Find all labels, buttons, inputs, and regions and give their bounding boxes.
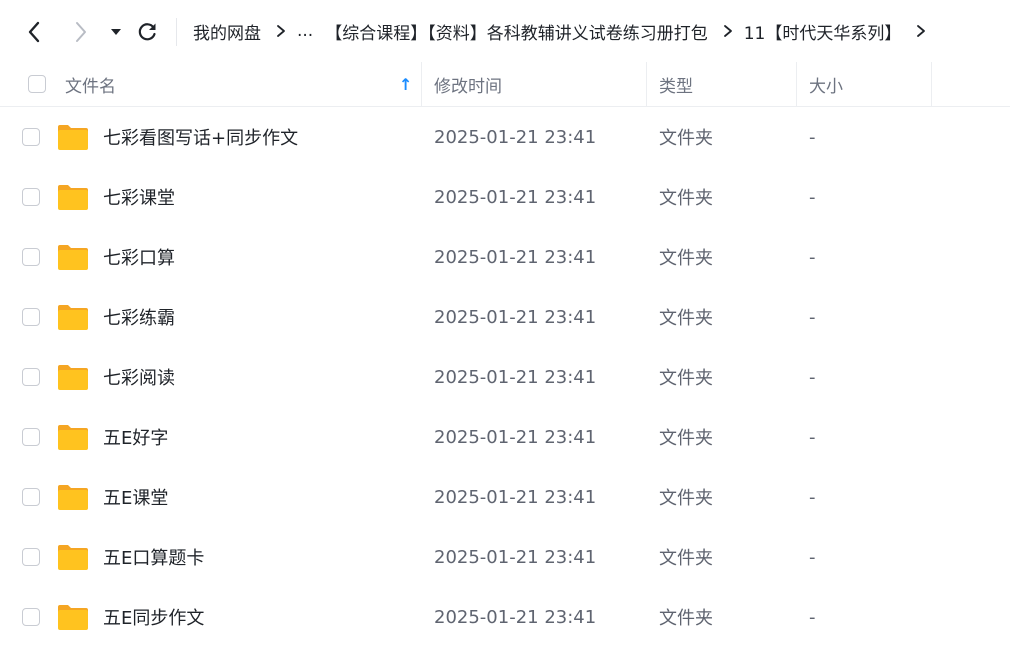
file-name[interactable]: 七彩阅读 — [103, 347, 175, 407]
file-type: 文件夹 — [659, 128, 713, 149]
file-size: - — [809, 186, 816, 208]
back-button[interactable] — [18, 16, 50, 48]
file-type: 文件夹 — [659, 368, 713, 389]
breadcrumb: 我的网盘 ... 【综合课程】【资料】各科教辅讲义试卷练习册打包 11【时代天华… — [193, 0, 937, 62]
file-type: 文件夹 — [659, 608, 713, 629]
folder-icon — [58, 245, 88, 270]
table-row[interactable]: 七彩口算 2025-01-21 23:41 文件夹 - — [0, 227, 1010, 287]
column-header-name[interactable]: 文件名 — [65, 62, 116, 106]
caret-down-icon — [111, 29, 121, 35]
column-header-modified[interactable]: 修改时间 — [434, 62, 502, 106]
chevron-right-icon — [723, 25, 732, 37]
row-checkbox[interactable] — [22, 128, 40, 146]
sort-ascending-icon[interactable]: ↑ — [399, 62, 412, 106]
file-modified-time: 2025-01-21 23:41 — [434, 546, 597, 568]
file-modified-time: 2025-01-21 23:41 — [434, 486, 597, 508]
row-checkbox[interactable] — [22, 188, 40, 206]
breadcrumb-item-series[interactable]: 11【时代天华系列】 — [744, 19, 902, 44]
chevron-right-icon — [917, 25, 926, 37]
refresh-button[interactable] — [131, 16, 163, 48]
folder-icon — [58, 365, 88, 390]
table-row[interactable]: 五E同步作文 2025-01-21 23:41 文件夹 - — [0, 587, 1010, 647]
row-checkbox[interactable] — [22, 548, 40, 566]
column-header-type[interactable]: 类型 — [659, 62, 693, 106]
file-size: - — [809, 606, 816, 628]
folder-icon — [58, 125, 88, 150]
chevron-right-icon — [76, 22, 86, 42]
file-modified-time: 2025-01-21 23:41 — [434, 366, 597, 388]
file-size: - — [809, 366, 816, 388]
column-divider[interactable] — [796, 62, 797, 106]
file-name[interactable]: 七彩练霸 — [103, 287, 175, 347]
file-type: 文件夹 — [659, 188, 713, 209]
table-row[interactable]: 七彩看图写话+同步作文 2025-01-21 23:41 文件夹 - — [0, 107, 1010, 167]
file-type: 文件夹 — [659, 548, 713, 569]
file-name[interactable]: 七彩看图写话+同步作文 — [103, 107, 298, 167]
breadcrumb-item-my-drive[interactable]: 我的网盘 — [193, 19, 261, 44]
table-header: 文件名 ↑ 修改时间 类型 大小 — [0, 62, 1010, 107]
folder-icon — [58, 605, 88, 630]
column-divider[interactable] — [421, 62, 422, 106]
row-checkbox[interactable] — [22, 608, 40, 626]
folder-icon — [58, 185, 88, 210]
folder-icon — [58, 305, 88, 330]
forward-button[interactable] — [65, 16, 97, 48]
file-name[interactable]: 五E同步作文 — [103, 587, 204, 647]
file-modified-time: 2025-01-21 23:41 — [434, 426, 597, 448]
folder-icon — [58, 545, 88, 570]
file-list: 七彩看图写话+同步作文 2025-01-21 23:41 文件夹 - 七彩课堂 … — [0, 107, 1010, 647]
file-type: 文件夹 — [659, 248, 713, 269]
row-checkbox[interactable] — [22, 308, 40, 326]
chevron-left-icon — [28, 21, 40, 43]
row-checkbox[interactable] — [22, 248, 40, 266]
row-checkbox[interactable] — [22, 488, 40, 506]
nav-divider — [176, 18, 177, 46]
file-size: - — [809, 306, 816, 328]
select-all-checkbox[interactable] — [28, 75, 46, 93]
file-type: 文件夹 — [659, 488, 713, 509]
table-row[interactable]: 五E课堂 2025-01-21 23:41 文件夹 - — [0, 467, 1010, 527]
table-row[interactable]: 七彩练霸 2025-01-21 23:41 文件夹 - — [0, 287, 1010, 347]
breadcrumb-item-ellipsis[interactable]: ... — [297, 21, 313, 41]
file-type: 文件夹 — [659, 428, 713, 449]
file-size: - — [809, 486, 816, 508]
file-name[interactable]: 五E好字 — [103, 407, 168, 467]
folder-icon — [58, 485, 88, 510]
navigation-bar: 我的网盘 ... 【综合课程】【资料】各科教辅讲义试卷练习册打包 11【时代天华… — [0, 0, 1010, 62]
table-row[interactable]: 七彩课堂 2025-01-21 23:41 文件夹 - — [0, 167, 1010, 227]
file-name[interactable]: 七彩课堂 — [103, 167, 175, 227]
table-row[interactable]: 五E好字 2025-01-21 23:41 文件夹 - — [0, 407, 1010, 467]
file-type: 文件夹 — [659, 308, 713, 329]
column-header-size[interactable]: 大小 — [809, 62, 843, 106]
history-dropdown-button[interactable] — [100, 16, 132, 48]
folder-icon — [58, 425, 88, 450]
file-size: - — [809, 126, 816, 148]
file-modified-time: 2025-01-21 23:41 — [434, 246, 597, 268]
breadcrumb-item-course[interactable]: 【综合课程】【资料】各科教辅讲义试卷练习册打包 — [325, 19, 708, 44]
chevron-right-icon — [277, 25, 285, 37]
column-divider[interactable] — [931, 62, 932, 106]
file-name[interactable]: 五E课堂 — [103, 467, 168, 527]
file-modified-time: 2025-01-21 23:41 — [434, 606, 597, 628]
file-modified-time: 2025-01-21 23:41 — [434, 126, 597, 148]
row-checkbox[interactable] — [22, 368, 40, 386]
table-row[interactable]: 七彩阅读 2025-01-21 23:41 文件夹 - — [0, 347, 1010, 407]
file-name[interactable]: 五E口算题卡 — [103, 527, 204, 587]
file-modified-time: 2025-01-21 23:41 — [434, 186, 597, 208]
refresh-icon — [138, 23, 156, 41]
column-divider[interactable] — [646, 62, 647, 106]
table-row[interactable]: 五E口算题卡 2025-01-21 23:41 文件夹 - — [0, 527, 1010, 587]
file-size: - — [809, 546, 816, 568]
file-size: - — [809, 426, 816, 448]
row-checkbox[interactable] — [22, 428, 40, 446]
file-modified-time: 2025-01-21 23:41 — [434, 306, 597, 328]
file-name[interactable]: 七彩口算 — [103, 227, 175, 287]
file-size: - — [809, 246, 816, 268]
